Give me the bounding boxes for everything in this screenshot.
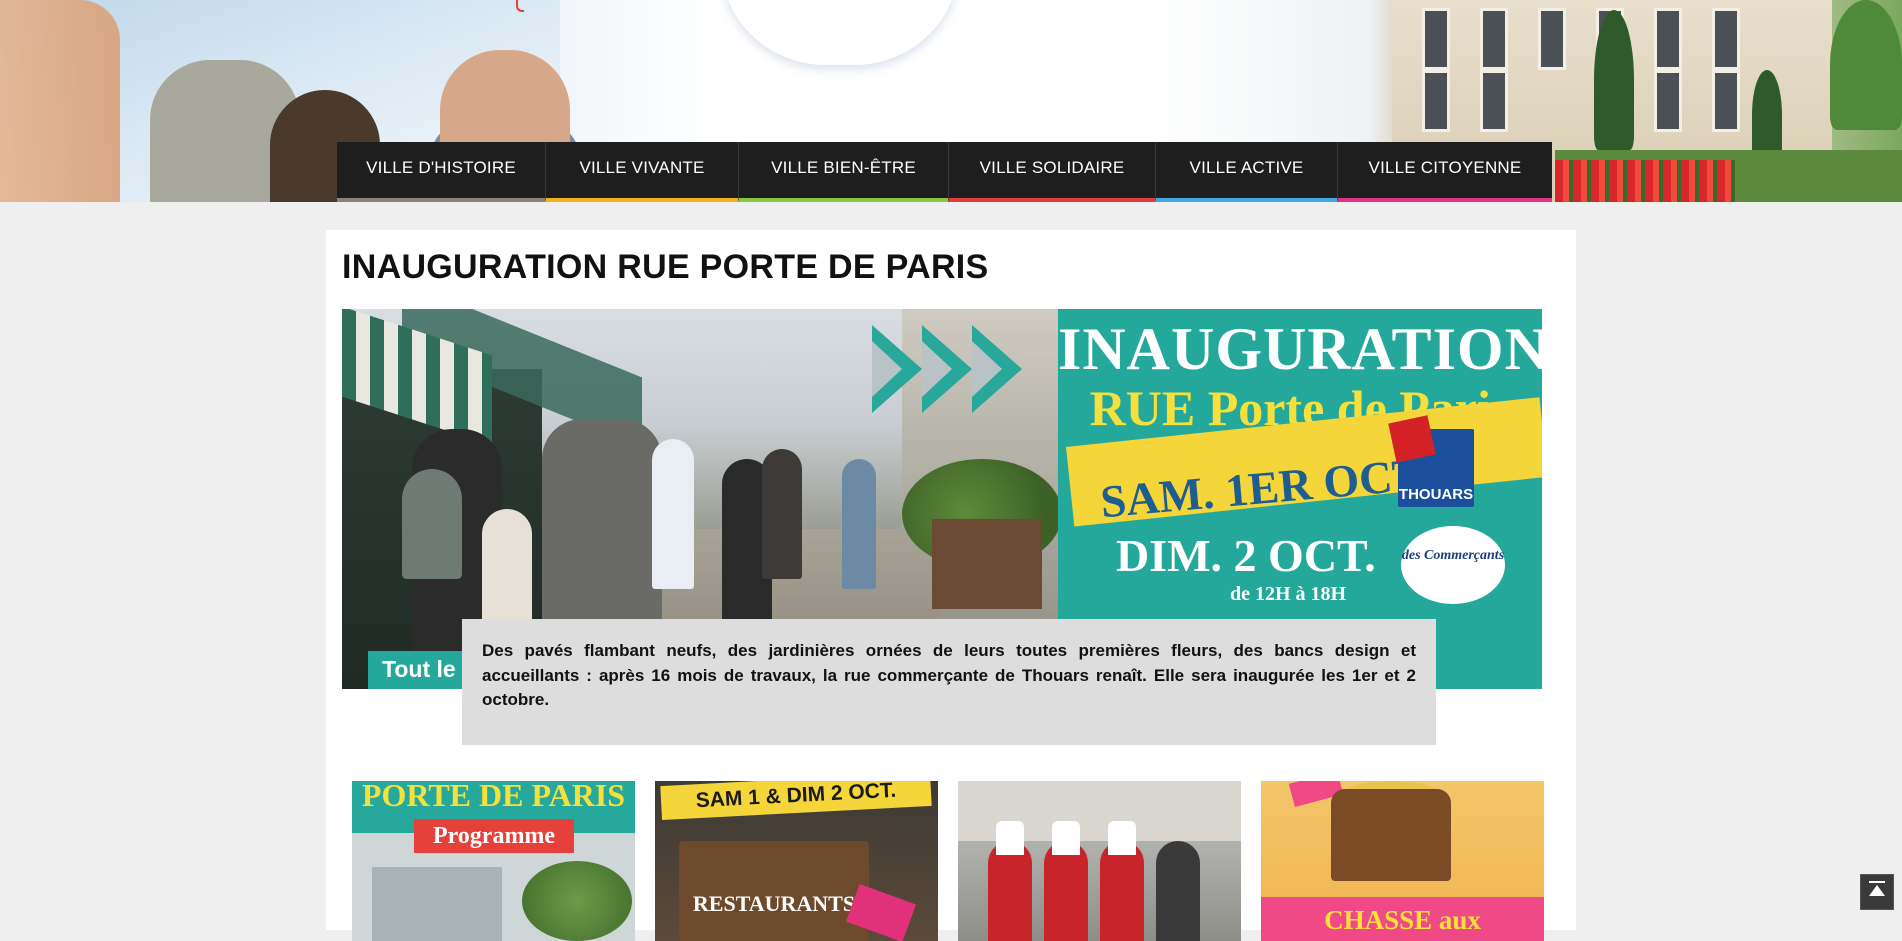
page-title: INAUGURATION RUE PORTE DE PARIS <box>342 248 989 286</box>
nav-item-ville-active[interactable]: VILLE ACTIVE <box>1155 142 1337 202</box>
thumbnail-restaurants[interactable]: SAM 1 & DIM 2 OCT. RESTAURANTS <box>655 781 938 941</box>
nav-item-ville-solidaire[interactable]: VILLE SOLIDAIRE <box>948 142 1155 202</box>
thumbnail-gallery: PORTE DE PARIS Programme SAM 1 & DIM 2 O… <box>352 781 1544 941</box>
nav-item-ville-bien-etre[interactable]: VILLE BIEN-ÊTRE <box>738 142 948 202</box>
scroll-to-top-button[interactable] <box>1860 874 1894 910</box>
thumbnail-chasse-tresors[interactable]: CHASSE aux TRESORS <box>1261 781 1544 941</box>
nav-item-ville-histoire[interactable]: VILLE D'HISTOIRE <box>337 142 545 202</box>
intro-text-box: Des pavés flambant neufs, des jardinière… <box>462 619 1436 745</box>
thumbnail-programme[interactable]: PORTE DE PARIS Programme <box>352 781 635 941</box>
arrow-up-to-top-icon <box>1869 885 1885 896</box>
poster-date-sunday: DIM. 2 OCT. <box>1116 530 1376 581</box>
article-card: INAUGURATION RUE PORTE DE PARIS INAUGURA… <box>326 230 1576 941</box>
poster-heading: INAUGURATION <box>1058 316 1542 382</box>
thumbnail-fanfare[interactable] <box>958 781 1241 941</box>
treasure-chest-icon <box>1331 789 1451 881</box>
intro-paragraph: Des pavés flambant neufs, des jardinière… <box>482 641 1416 709</box>
nav-item-ville-vivante[interactable]: VILLE VIVANTE <box>545 142 738 202</box>
main-navigation: VILLE D'HISTOIRE VILLE VIVANTE VILLE BIE… <box>337 142 1552 202</box>
nav-item-ville-citoyenne[interactable]: VILLE CITOYENNE <box>1337 142 1552 202</box>
hero-caption-tag: Tout le <box>368 651 470 689</box>
club-commercants-logo: des Commerçants <box>1398 523 1508 607</box>
site-logo-shield[interactable] <box>720 0 960 65</box>
poster-hours: de 12H à 18H <box>1230 583 1347 605</box>
thouars-logo: THOUARS <box>1388 415 1474 507</box>
